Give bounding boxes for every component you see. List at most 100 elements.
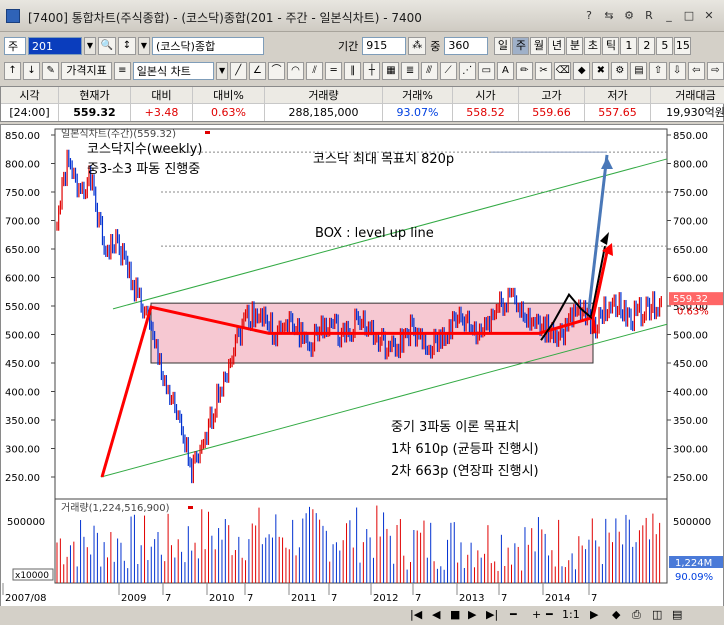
edit-icon[interactable]: ✎ <box>42 62 60 80</box>
count-input[interactable]: 360 <box>444 37 489 55</box>
x-axis-label: 2009 <box>121 593 146 604</box>
timeframe-button[interactable]: 5 <box>656 37 674 55</box>
curve-tool-icon[interactable]: ⌒ <box>267 62 285 80</box>
x-axis-label: 7 <box>501 593 507 604</box>
maximize-button[interactable]: □ <box>680 7 698 25</box>
timeframe-button[interactable]: 틱 <box>602 37 620 55</box>
code-dropdown-icon[interactable]: ▼ <box>84 37 96 55</box>
chart-type-select[interactable]: 일본식 차트 <box>132 62 215 80</box>
quote-table: 시각 [24:00] 현재가 559.32 대비 +3.48 대비% 0.63% 거래량 288,… <box>0 86 724 122</box>
price-tick-left: 500.00 <box>5 331 40 342</box>
quote-header: 대비% <box>193 87 264 104</box>
fibo-tool-icon[interactable]: ≣ <box>401 62 419 80</box>
settings-icon[interactable]: ⚙ <box>620 7 638 25</box>
sort-dropdown-icon[interactable]: ▼ <box>138 37 150 55</box>
zoom-ratio[interactable]: 1:1 <box>562 608 580 621</box>
scroll-right-button[interactable]: ▶ <box>590 608 598 621</box>
period-spin-icon[interactable]: ⁂ <box>408 37 427 55</box>
quote-column: 저가 557.65 <box>585 87 651 121</box>
quote-header: 거래대금 <box>651 87 724 104</box>
market-select[interactable]: 주 <box>4 37 26 55</box>
stop-icon[interactable]: ■ <box>450 608 460 621</box>
price-volume-chart[interactable]: 850.00 850.00 800.00 800.00 750.00 750.00 700.… <box>1 125 723 607</box>
next-icon[interactable]: ▶ <box>468 608 476 621</box>
vline-tool-icon[interactable]: ‖ <box>344 62 362 80</box>
stock-name-field: (코스닥)종합 <box>152 37 264 55</box>
zoom-fit-icon[interactable]: ━ <box>546 608 553 621</box>
refresh-icon[interactable]: R <box>640 7 658 25</box>
x-axis-label: 2007/08 <box>5 593 47 604</box>
pencil-tool-icon[interactable]: ✏ <box>515 62 534 80</box>
fan-tool-icon[interactable]: ⫽ <box>306 62 324 80</box>
timeframe-button[interactable]: 월 <box>530 37 548 55</box>
prev-icon[interactable]: ◀ <box>432 608 440 621</box>
chart-menu-icon[interactable]: ◆ <box>612 608 620 621</box>
period-input[interactable]: 915 <box>362 37 407 55</box>
volume-legend: 거래량(1,224,516,900) <box>61 502 170 514</box>
hline-tool-icon[interactable]: ═ <box>325 62 343 80</box>
timeframe-button[interactable]: 2 <box>638 37 656 55</box>
end-icon[interactable]: ▶| <box>486 608 498 621</box>
price-tick-left: 300.00 <box>5 445 40 456</box>
quote-value: 559.66 <box>532 106 571 119</box>
tools-icon[interactable]: ✂ <box>535 62 553 80</box>
grid-tool-icon[interactable]: ▦ <box>382 62 400 80</box>
help-icon[interactable]: ? <box>580 7 598 25</box>
minimize-button[interactable]: _ <box>660 7 678 25</box>
timeframe-button[interactable]: 일 <box>494 37 512 55</box>
x-axis-label: 7 <box>415 593 421 604</box>
andrews-tool-icon[interactable]: ⋰ <box>458 62 476 80</box>
chart-type-dropdown-icon[interactable]: ▼ <box>216 62 228 80</box>
quote-header: 대비 <box>131 87 192 104</box>
last-price-tag: 559.32 <box>673 294 708 305</box>
print-icon[interactable]: ⎙ <box>632 608 641 622</box>
quote-column: 대비 +3.48 <box>131 87 193 121</box>
color-icon[interactable]: ◆ <box>573 62 591 80</box>
capture-icon[interactable]: ◫ <box>652 608 662 621</box>
timeframe-button[interactable]: 초 <box>584 37 602 55</box>
table-icon[interactable]: ▤ <box>630 62 648 80</box>
channel-tool-icon[interactable]: ⫻ <box>420 62 438 80</box>
angle-tool-icon[interactable]: ∠ <box>248 62 266 80</box>
scroll-up-icon[interactable]: ⇧ <box>649 62 667 80</box>
volume-tick-right: 500000 <box>673 517 711 528</box>
zoom-out-icon[interactable]: |◀ <box>410 608 422 621</box>
scroll-left-icon[interactable]: ⇦ <box>687 62 705 80</box>
quote-header: 저가 <box>585 87 650 104</box>
scroll-right-icon[interactable]: ⇨ <box>706 62 724 80</box>
options-icon[interactable]: ▤ <box>672 608 682 621</box>
down-arrow-icon[interactable]: ↓ <box>23 62 41 80</box>
code-input[interactable]: 201 <box>28 37 82 55</box>
close-button[interactable]: ✕ <box>700 7 718 25</box>
scroll-down-icon[interactable]: ⇩ <box>668 62 686 80</box>
clear-icon[interactable]: ✖ <box>592 62 610 80</box>
timeframe-button[interactable]: 주 <box>512 37 530 55</box>
price-tick-left: 550.00 <box>5 302 40 313</box>
annotation-target-head: 중기 3파동 이론 목표치 <box>391 420 519 435</box>
text-tool-icon[interactable]: A <box>496 62 514 80</box>
indicator-menu-icon[interactable]: ≡ <box>113 62 131 80</box>
up-arrow-icon[interactable]: ↑ <box>4 62 22 80</box>
price-tick-right: 450.00 <box>673 359 708 370</box>
timeframe-button[interactable]: 년 <box>548 37 566 55</box>
indicator-button[interactable]: 가격지표 <box>61 62 112 80</box>
timeframe-button[interactable]: 분 <box>566 37 584 55</box>
timeframe-button[interactable]: 1 <box>620 37 638 55</box>
ray-tool-icon[interactable]: ⟋ <box>439 62 457 80</box>
zoom-reduce-icon[interactable]: ━ <box>510 608 517 621</box>
arc-tool-icon[interactable]: ◠ <box>287 62 305 80</box>
box-tool-icon[interactable]: ▭ <box>477 62 495 80</box>
price-legend: 일본식차트(주간)(559.32) <box>61 128 176 140</box>
quote-header: 거래% <box>383 87 452 104</box>
quote-column: 거래대금 19,930억원 <box>651 87 724 121</box>
search-icon[interactable]: 🔍 <box>98 37 116 55</box>
cross-tool-icon[interactable]: ┼ <box>363 62 381 80</box>
zoom-add-icon[interactable]: + <box>532 608 541 621</box>
quote-column: 거래% 93.07% <box>383 87 453 121</box>
eraser-icon[interactable]: ⌫ <box>554 62 572 80</box>
config-icon[interactable]: ⚙ <box>611 62 629 80</box>
sort-icon[interactable]: ↕ <box>118 37 136 55</box>
link-icon[interactable]: ⇆ <box>600 7 618 25</box>
timeframe-button[interactable]: 15 <box>674 37 692 55</box>
line-tool-icon[interactable]: ╱ <box>229 62 247 80</box>
